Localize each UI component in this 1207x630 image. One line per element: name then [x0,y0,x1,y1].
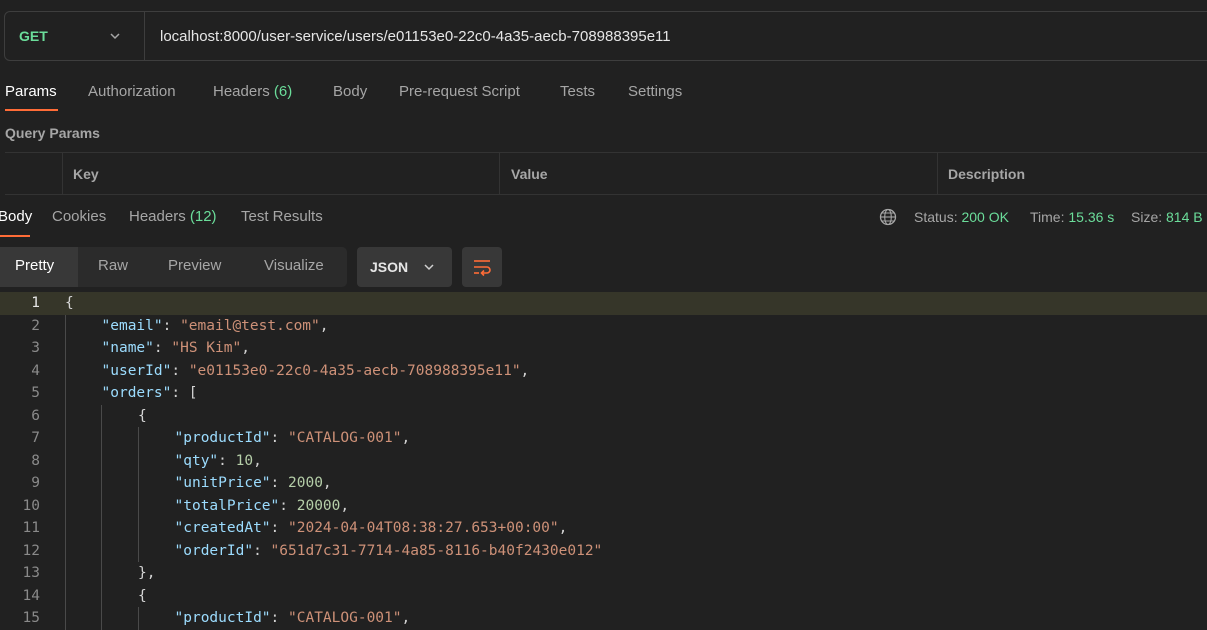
view-mode-group: Pretty Raw Preview Visualize [0,247,347,287]
code-text: "createdAt": "2024-04-04T08:38:27.653+00… [174,520,568,536]
format-label: JSON [370,259,409,275]
code-line: 4 "userId": "e01153e0-22c0-4a35-aecb-7089… [0,360,1207,383]
method-select[interactable]: GET [5,12,145,60]
line-number: 1 [31,295,40,311]
tab-headers[interactable]: Headers (6) [213,83,292,100]
chevron-down-icon [424,264,434,271]
tab-authorization[interactable]: Authorization [88,83,176,100]
column-key: Key [62,153,500,194]
code-text: "userId": "e01153e0-22c0-4a35-aecb-70898… [101,362,530,379]
code-text: "orderId": "651d7c31-7714-4a85-8116-b40f… [174,542,603,559]
column-description: Description [937,153,1207,194]
column-header-value: Value [511,166,548,182]
response-body-editor[interactable]: 1{2 "email": "email@test.com", 3 "name": "H… [0,292,1207,630]
size-value: 814 B [1166,209,1203,225]
line-number: 11 [22,520,40,536]
code-text: "qty": 10, [174,452,262,469]
code-line: 5 "orders": [ [0,382,1207,405]
wrap-lines-icon [474,260,491,277]
response-headers-count: (12) [189,208,217,225]
code-text: "productId": "CATALOG-001", [174,610,411,626]
code-line: 1{ [0,292,1207,315]
response-tab-cookies[interactable]: Cookies [52,208,106,225]
wrap-lines-button[interactable] [462,247,502,287]
active-response-tab-indicator [0,235,30,237]
code-text: }, [138,565,156,581]
response-status: Status: 200 OK [914,209,1009,225]
code-line: 15 "productId": "CATALOG-001", [0,607,1207,630]
line-number: 8 [31,452,40,469]
code-line: 13}, [0,562,1207,585]
indent-guide [138,607,139,630]
line-number: 9 [31,475,40,491]
status-value: 200 OK [961,209,1009,225]
query-params-title: Query Params [5,125,100,141]
response-tab-test-results[interactable]: Test Results [241,208,323,225]
format-select[interactable]: JSON [357,247,452,287]
indent-guide [101,404,102,630]
indent-guide [138,427,139,562]
tab-params[interactable]: Params [5,83,57,100]
view-pretty-button[interactable]: Pretty [15,257,54,274]
line-number: 13 [22,565,40,581]
headers-count: (6) [273,83,293,100]
column-value: Value [499,153,937,194]
column-header-key: Key [73,166,99,182]
globe-icon[interactable] [879,208,897,226]
response-size: Size: 814 B [1131,209,1203,225]
code-text: "name": "HS Kim", [101,340,250,356]
query-params-table: Key Value Description [5,152,1207,195]
line-number: 2 [31,317,40,334]
url-input[interactable]: localhost:8000/user-service/users/e01153… [160,28,671,45]
code-line: 6{ [0,405,1207,428]
column-header-description: Description [948,166,1026,182]
code-line: 2 "email": "email@test.com", [0,315,1207,338]
tab-body[interactable]: Body [333,83,367,100]
line-number: 5 [31,385,40,401]
active-tab-indicator [5,109,58,111]
tab-settings[interactable]: Settings [628,83,682,100]
code-line: 7 "productId": "CATALOG-001", [0,427,1207,450]
line-number: 10 [22,497,40,514]
code-line: 8 "qty": 10, [0,450,1207,473]
line-number: 15 [22,610,40,626]
line-number: 6 [31,407,40,424]
code-text: "productId": "CATALOG-001", [174,430,411,446]
code-text: "email": "email@test.com", [101,317,329,334]
view-preview-button[interactable]: Preview [168,257,221,274]
code-text: "totalPrice": 20000, [174,497,350,514]
response-tab-headers[interactable]: Headers (12) [129,208,217,225]
line-number: 14 [22,587,40,604]
indent-guide [65,314,66,630]
code-text: "orders": [ [101,385,198,401]
line-number: 4 [31,362,40,379]
code-line: 9 "unitPrice": 2000, [0,472,1207,495]
line-number: 12 [22,542,40,559]
response-tab-body[interactable]: Body [0,208,32,225]
request-url-bar: GET localhost:8000/user-service/users/e0… [4,11,1207,61]
code-line: 12 "orderId": "651d7c31-7714-4a85-8116-b4… [0,540,1207,563]
code-line: 3 "name": "HS Kim", [0,337,1207,360]
method-label: GET [19,28,48,44]
code-text: { [138,407,147,424]
time-value: 15.36 s [1068,209,1115,225]
code-text: "unitPrice": 2000, [174,475,332,491]
line-number: 3 [31,340,40,356]
code-text: { [138,587,147,604]
view-raw-button[interactable]: Raw [98,257,128,274]
tab-tests[interactable]: Tests [560,83,595,100]
code-line: 14 { [0,585,1207,608]
chevron-down-icon [110,33,120,40]
code-line: 10 "totalPrice": 20000, [0,495,1207,518]
tab-pre-request-script[interactable]: Pre-request Script [399,83,520,100]
response-time: Time: 15.36 s [1030,209,1115,225]
code-text: { [65,295,74,311]
view-visualize-button[interactable]: Visualize [264,257,324,274]
code-line: 11 "createdAt": "2024-04-04T08:38:27.653+… [0,517,1207,540]
line-number: 7 [31,430,40,446]
